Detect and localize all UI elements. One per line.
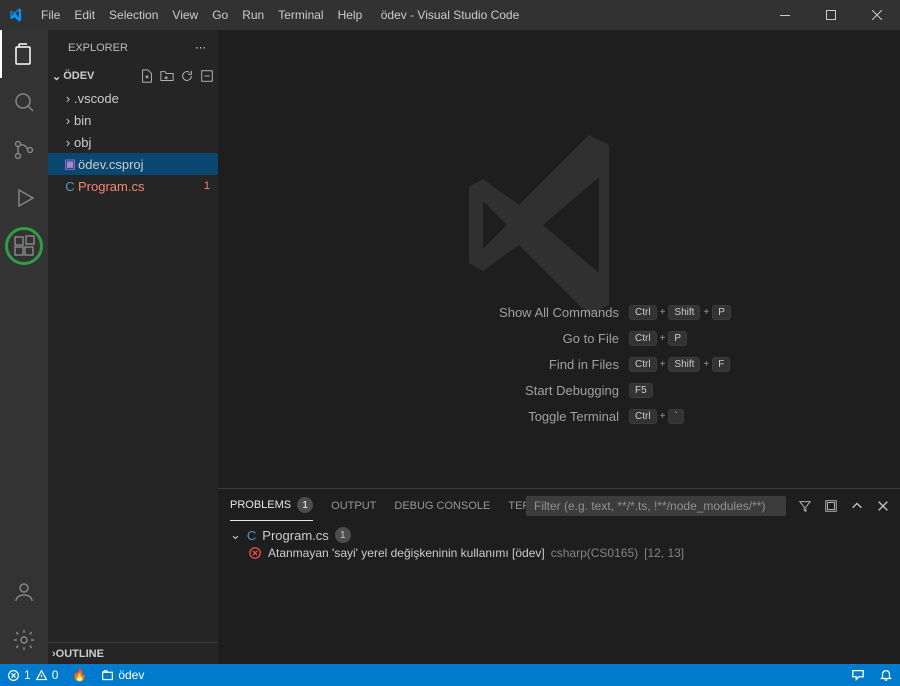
error-badge: 1: [204, 180, 210, 192]
maximize-button[interactable]: [808, 0, 854, 30]
panel-maximize-icon[interactable]: [850, 499, 864, 513]
shortcut-toggle-terminal: Toggle TerminalCtrl+`: [409, 409, 709, 424]
chevron-down-icon: ⌄: [52, 70, 61, 83]
shortcut-start-debug: Start DebuggingF5: [409, 383, 709, 398]
shortcut-find-files: Find in FilesCtrl+Shift+F: [409, 357, 709, 372]
menu-edit[interactable]: Edit: [67, 0, 102, 30]
tab-output[interactable]: Output: [331, 493, 376, 519]
cs-file-icon: C: [62, 179, 78, 194]
activity-scm[interactable]: [0, 126, 48, 174]
new-folder-icon[interactable]: [160, 69, 174, 83]
menu-file[interactable]: File: [34, 0, 67, 30]
tree-folder-vscode[interactable]: ›.vscode: [48, 87, 218, 109]
vscode-icon: [0, 7, 34, 23]
cs-file-icon: C: [247, 528, 256, 543]
explorer-sidebar: EXPLORER ⋯ ⌄ ÖDEV ›.vscode ›bin ›obj ▣ ö…: [48, 30, 218, 664]
menu-go[interactable]: Go: [205, 0, 235, 30]
problems-body: ⌄ C Program.cs 1 Atanmayan 'sayi' yerel …: [218, 522, 900, 566]
chevron-down-icon: ⌄: [230, 527, 241, 543]
activity-bar: [0, 30, 48, 664]
clear-icon[interactable]: [824, 499, 838, 513]
activity-explorer[interactable]: [0, 30, 48, 78]
panel-tabs: Problems1 Output Debug Console Terminal: [218, 489, 900, 522]
welcome-view: Show All CommandsCtrl+Shift+P Go to File…: [218, 30, 900, 488]
tab-debug-console[interactable]: Debug Console: [394, 493, 490, 519]
titlebar: File Edit Selection View Go Run Terminal…: [0, 0, 900, 30]
error-icon: [248, 546, 262, 560]
close-button[interactable]: [854, 0, 900, 30]
problem-item[interactable]: Atanmayan 'sayi' yerel değişkeninin kull…: [230, 544, 888, 562]
status-feedback[interactable]: [844, 664, 872, 686]
status-errors[interactable]: 1 0: [0, 664, 65, 686]
shortcut-goto-file: Go to FileCtrl+P: [409, 331, 709, 346]
project-name: ÖDEV: [63, 70, 140, 82]
project-header[interactable]: ⌄ ÖDEV: [48, 65, 218, 87]
status-bar: 1 0 🔥 ödev: [0, 664, 900, 686]
menu-run[interactable]: Run: [235, 0, 271, 30]
window-controls: [762, 0, 900, 30]
activity-accounts[interactable]: [0, 568, 48, 616]
status-project[interactable]: 🔥: [65, 664, 94, 686]
menu-help[interactable]: Help: [331, 0, 370, 30]
menu-bar: File Edit Selection View Go Run Terminal…: [34, 0, 369, 30]
problems-filter-input[interactable]: [526, 496, 786, 516]
vscode-watermark-icon: [459, 125, 659, 325]
explorer-header: EXPLORER ⋯: [48, 30, 218, 65]
new-file-icon[interactable]: [140, 69, 154, 83]
collapse-icon[interactable]: [200, 69, 214, 83]
activity-debug[interactable]: [0, 174, 48, 222]
problems-file-row[interactable]: ⌄ C Program.cs 1: [230, 526, 888, 544]
filter-icon[interactable]: [798, 499, 812, 513]
highlight-circle: [5, 227, 43, 265]
refresh-icon[interactable]: [180, 69, 194, 83]
explorer-more-icon[interactable]: ⋯: [195, 41, 206, 54]
activity-extensions[interactable]: [0, 222, 48, 270]
csproj-icon: ▣: [62, 156, 78, 172]
minimize-button[interactable]: [762, 0, 808, 30]
tree-folder-obj[interactable]: ›obj: [48, 131, 218, 153]
tree-file-csproj[interactable]: ▣ ödev.csproj: [48, 153, 218, 175]
editor-area: Show All CommandsCtrl+Shift+P Go to File…: [218, 30, 900, 664]
tree-folder-bin[interactable]: ›bin: [48, 109, 218, 131]
bottom-panel: Problems1 Output Debug Console Terminal …: [218, 488, 900, 664]
menu-terminal[interactable]: Terminal: [271, 0, 330, 30]
window-title: ödev - Visual Studio Code: [381, 8, 520, 22]
activity-settings[interactable]: [0, 616, 48, 664]
status-bell[interactable]: [872, 664, 900, 686]
problems-count-badge: 1: [335, 527, 351, 543]
tree-file-program[interactable]: C Program.cs 1: [48, 175, 218, 197]
tab-problems[interactable]: Problems1: [230, 490, 313, 521]
file-tree: ›.vscode ›bin ›obj ▣ ödev.csproj C Progr…: [48, 87, 218, 642]
panel-close-icon[interactable]: [876, 499, 890, 513]
menu-view[interactable]: View: [165, 0, 205, 30]
flame-icon: 🔥: [72, 668, 87, 682]
status-project-name[interactable]: ödev: [94, 664, 151, 686]
outline-header[interactable]: › OUTLINE: [48, 642, 218, 664]
explorer-title: EXPLORER: [68, 42, 128, 54]
menu-selection[interactable]: Selection: [102, 0, 165, 30]
activity-search[interactable]: [0, 78, 48, 126]
